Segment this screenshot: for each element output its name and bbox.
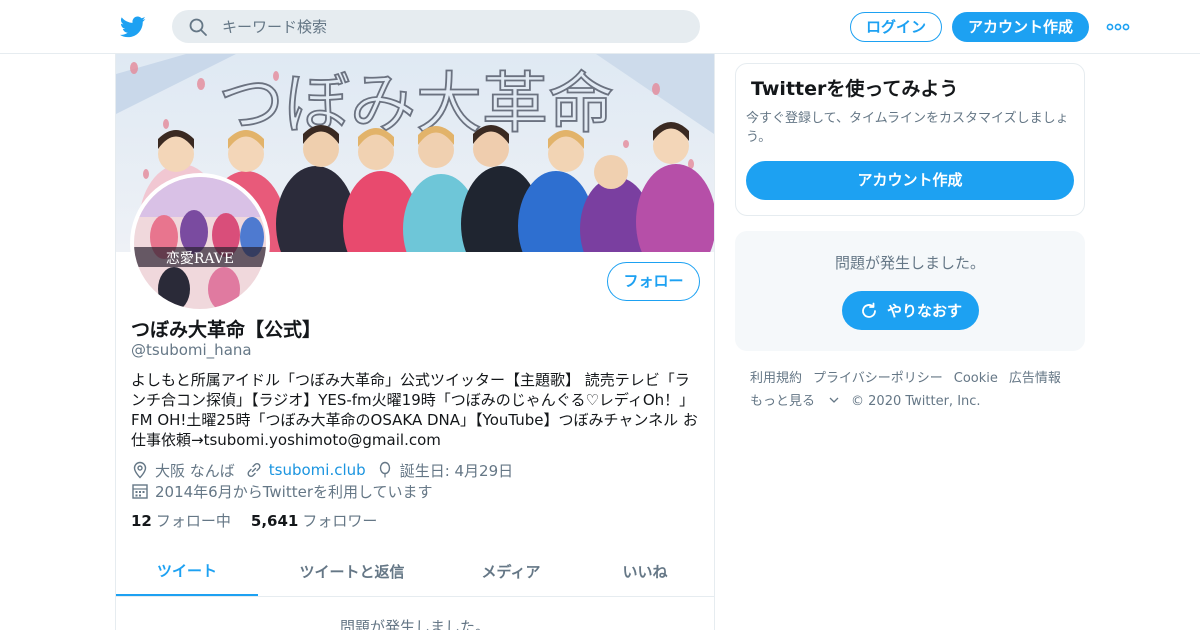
footer-link-terms[interactable]: 利用規約: [750, 371, 802, 386]
tab-tweets[interactable]: ツイート: [116, 546, 258, 596]
following-stat[interactable]: 12 フォロー中: [131, 510, 231, 531]
search-icon: [189, 18, 207, 36]
profile-birthday: 誕生日: 4月29日: [376, 460, 513, 481]
bio-line: FM OH!土曜25時「つぼみ大革命のOSAKA DNA」【YouTube】つぼ…: [131, 411, 698, 429]
sidebar-error-message: 問題が発生しました。: [834, 254, 985, 272]
calendar-icon: [132, 484, 148, 499]
joined-text: 2014年6月からTwitterを利用しています: [155, 482, 433, 501]
svg-text:恋愛RAVE: 恋愛RAVE: [166, 250, 234, 267]
url-link[interactable]: tsubomi.club: [269, 461, 366, 479]
link-icon: [247, 462, 261, 478]
sidebar-error-box: 問題が発生しました。 やりなおす: [735, 231, 1085, 351]
tab-tweets-and-replies[interactable]: ツイートと返信: [258, 546, 446, 596]
follow-button[interactable]: フォロー: [607, 262, 700, 301]
profile-column: つぼみ大革命 恋愛RAVE フォロー つぼみ大革命【公式】 @tsubomi_h…: [115, 54, 715, 630]
bio-line: よしもと所属アイドル「つぼみ大革命」公式ツイッター【主題歌】 読売テレビ「ラ: [131, 371, 690, 389]
followers-count: 5,641: [250, 512, 299, 530]
banner-title-text: つぼみ大革命: [218, 65, 614, 142]
location-text: 大阪 なんば: [155, 461, 235, 480]
profile-name: つぼみ大革命【公式】: [131, 319, 322, 341]
chevron-down-icon: [829, 397, 839, 403]
following-count: 12: [131, 512, 152, 530]
following-label: フォロー中: [155, 512, 231, 530]
profile-handle[interactable]: @tsubomi_hana: [131, 341, 252, 359]
promo-description: 今すぐ登録して、タイムラインをカスタマイズしましょう。: [746, 111, 1069, 145]
profile-meta-row: 大阪 なんば tsubomi.club 誕生日: 4月29日: [131, 460, 523, 480]
birthday-text: 誕生日: 4月29日: [399, 461, 514, 480]
location-icon: [133, 461, 147, 479]
bio-line: ンチ合コン探偵」【ラジオ】YES-fm火曜19時「つぼみのじゃんぐる♡レディOh…: [131, 391, 695, 409]
footer-link-ads[interactable]: 広告情報: [1009, 371, 1061, 386]
footer-links: 利用規約 プライバシーポリシー Cookie 広告情報 もっと見る © 2020 Twi…: [750, 367, 1080, 413]
footer-link-privacy[interactable]: プライバシーポリシー: [813, 371, 943, 386]
signup-button[interactable]: アカウント作成: [952, 12, 1089, 42]
profile-joined: 2014年6月からTwitterを利用しています: [131, 481, 433, 501]
more-label: もっと見る: [750, 394, 816, 409]
profile-location: 大阪 なんば: [131, 460, 235, 481]
tab-media[interactable]: メディア: [446, 546, 576, 596]
bio-line: 仕事依頼→tsubomi.yoshimoto@gmail.com: [131, 431, 441, 449]
profile-tabs: ツイート ツイートと返信 メディア いいね: [116, 546, 714, 597]
tab-likes[interactable]: いいね: [576, 546, 714, 596]
refresh-icon: [862, 302, 876, 318]
profile-avatar[interactable]: 恋愛RAVE: [130, 173, 270, 313]
promo-title: Twitterを使ってみよう: [751, 78, 959, 100]
footer-link-cookie[interactable]: Cookie: [954, 371, 998, 386]
top-navigation-bar: ログイン アカウント作成: [0, 0, 1200, 54]
profile-stats: 12 フォロー中 5,641 フォロワー: [131, 510, 397, 531]
profile-bio: よしもと所属アイドル「つぼみ大革命」公式ツイッター【主題歌】 読売テレビ「ラ ン…: [131, 370, 701, 450]
feed-error-message: 問題が発生しました。: [339, 618, 490, 630]
promo-signup-button[interactable]: アカウント作成: [746, 161, 1074, 200]
search-input[interactable]: [222, 10, 682, 43]
balloon-icon: [379, 461, 390, 478]
signup-promo-card: Twitterを使ってみよう 今すぐ登録して、タイムラインをカスタマイズしましょ…: [735, 63, 1085, 216]
twitter-bird-logo-icon[interactable]: [120, 14, 146, 40]
followers-stat[interactable]: 5,641 フォロワー: [251, 510, 377, 531]
footer-copyright: © 2020 Twitter, Inc.: [851, 394, 981, 409]
retry-button[interactable]: やりなおす: [842, 291, 979, 330]
retry-label: やりなおす: [886, 302, 962, 320]
footer-link-more[interactable]: もっと見る: [750, 394, 840, 409]
followers-label: フォロワー: [302, 512, 378, 530]
profile-url[interactable]: tsubomi.club: [245, 461, 366, 479]
login-button[interactable]: ログイン: [850, 12, 942, 42]
more-options-icon[interactable]: [1106, 18, 1130, 36]
search-box: [172, 10, 700, 43]
